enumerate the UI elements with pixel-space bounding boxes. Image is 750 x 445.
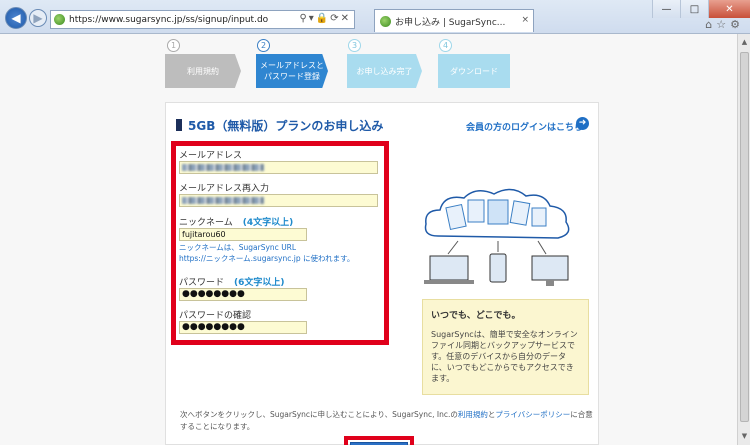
cloud-sync-illustration: [424, 188, 570, 286]
member-login-link[interactable]: 会員の方のログインはこちら: [466, 120, 583, 133]
password-field[interactable]: ●●●●●●●●: [179, 288, 307, 301]
page-title: 5GB（無料版）プランのお申し込み: [188, 119, 384, 133]
window-close-button[interactable]: ✕: [708, 0, 750, 18]
step-2-label-line2: パスワード登録: [264, 72, 320, 81]
nickname-hint-line1: ニックネームは、SugarSync URL: [179, 243, 297, 252]
browser-toolbar-icons: ⌂☆⚙: [705, 18, 744, 31]
address-tools-icons[interactable]: ⚲▾🔒⟳✕: [299, 13, 351, 24]
step-1-terms: 利用規約: [165, 54, 241, 88]
page-viewport: 1 2 3 4 利用規約 メールアドレスと パスワード登録 お申し込み完了 ダウン…: [0, 34, 737, 445]
email-field[interactable]: [179, 161, 378, 174]
password-confirm-field[interactable]: ●●●●●●●●: [179, 321, 307, 334]
scrollbar-thumb[interactable]: [740, 52, 749, 422]
step-2-number: 2: [257, 39, 270, 52]
email-confirm-field[interactable]: [179, 194, 378, 207]
scroll-down-icon[interactable]: ▼: [738, 430, 750, 443]
password-requirement: (6文字以上): [234, 278, 285, 288]
smartphone-icon: [489, 253, 507, 283]
step-3-label: お申し込み完了: [356, 66, 413, 76]
nickname-label: ニックネーム: [179, 218, 233, 228]
info-box: いつでも、どこでも。 SugarSyncは、簡単で安全なオンラインファイル同期と…: [422, 299, 589, 395]
monitor-icon: [531, 255, 569, 286]
password-label-row: パスワード (6文字以上): [179, 275, 285, 288]
password-label: パスワード: [179, 278, 225, 288]
step-4-download: ダウンロード: [438, 54, 510, 88]
maximize-button[interactable]: □: [680, 0, 708, 18]
email-confirm-label: メールアドレス再入力: [179, 184, 270, 194]
site-favicon-icon: [54, 14, 65, 25]
step-3-number: 3: [348, 39, 361, 52]
laptop-icon: [424, 255, 474, 284]
address-url: https://www.sugarsync.jp/ss/signup/input…: [69, 14, 269, 25]
favorites-star-icon[interactable]: ☆: [716, 18, 730, 31]
step-4-number: 4: [439, 39, 452, 52]
home-icon[interactable]: ⌂: [705, 18, 716, 31]
cloud-icon: [424, 188, 570, 239]
email-label: メールアドレス: [179, 151, 243, 161]
info-title: いつでも、どこでも。: [431, 311, 521, 321]
step-2-register: メールアドレスと パスワード登録: [256, 54, 328, 88]
privacy-policy-link[interactable]: プライバシーポリシー: [495, 410, 570, 419]
nickname-requirement: (4文字以上): [242, 218, 294, 228]
terms-link[interactable]: 利用規約: [458, 410, 488, 419]
tab-title: お申し込み | SugarSync...: [395, 17, 506, 28]
nickname-hint-line2: https://ニックネーム.sugarsync.jp に使われます。: [179, 254, 355, 263]
address-bar[interactable]: https://www.sugarsync.jp/ss/signup/input…: [50, 10, 355, 29]
back-arrow-icon: ◀: [11, 11, 21, 25]
window-controls: — □ ✕: [652, 0, 750, 18]
forward-button[interactable]: ▶: [29, 9, 47, 27]
signup-card: 5GB（無料版）プランのお申し込み 会員の方のログインはこちら ➜ メールアドレ…: [165, 102, 599, 445]
scroll-up-icon[interactable]: ▲: [738, 36, 750, 49]
step-1-label: 利用規約: [187, 66, 219, 76]
step-3-complete: お申し込み完了: [347, 54, 422, 88]
browser-chrome: ◀ ▶ https://www.sugarsync.jp/ss/signup/i…: [0, 0, 750, 34]
step-1-number: 1: [167, 39, 180, 52]
email-redacted: [182, 164, 264, 171]
agreement-before: 次へボタンをクリックし、SugarSyncに申し込むことにより、SugarSyn…: [180, 410, 458, 419]
sync-arrows-icon: [447, 240, 547, 255]
browser-tab[interactable]: お申し込み | SugarSync... ×: [374, 9, 534, 32]
nickname-field[interactable]: fujitarou60: [179, 228, 307, 241]
email-confirm-redacted: [182, 197, 264, 204]
tab-close-icon[interactable]: ×: [521, 15, 529, 25]
minimize-button[interactable]: —: [652, 0, 680, 18]
nickname-label-row: ニックネーム (4文字以上): [179, 215, 293, 228]
step-4-label: ダウンロード: [450, 66, 498, 76]
info-text: SugarSyncは、簡単で安全なオンラインファイル同期とバックアップサービスで…: [431, 330, 578, 383]
step-2-label-line1: メールアドレスと: [260, 61, 324, 70]
arrow-right-icon[interactable]: ➜: [576, 117, 589, 130]
step-2-label: メールアドレスと パスワード登録: [260, 60, 324, 82]
vertical-scrollbar[interactable]: ▲ ▼: [737, 34, 750, 445]
back-button[interactable]: ◀: [5, 7, 27, 29]
tab-favicon-icon: [380, 15, 391, 27]
title-marker: [176, 119, 182, 131]
settings-gear-icon[interactable]: ⚙: [730, 18, 744, 31]
forward-arrow-icon: ▶: [33, 11, 43, 25]
agreement-text: 次へボタンをクリックし、SugarSyncに申し込むことにより、SugarSyn…: [180, 409, 594, 433]
password-confirm-label: パスワードの確認: [179, 311, 252, 321]
